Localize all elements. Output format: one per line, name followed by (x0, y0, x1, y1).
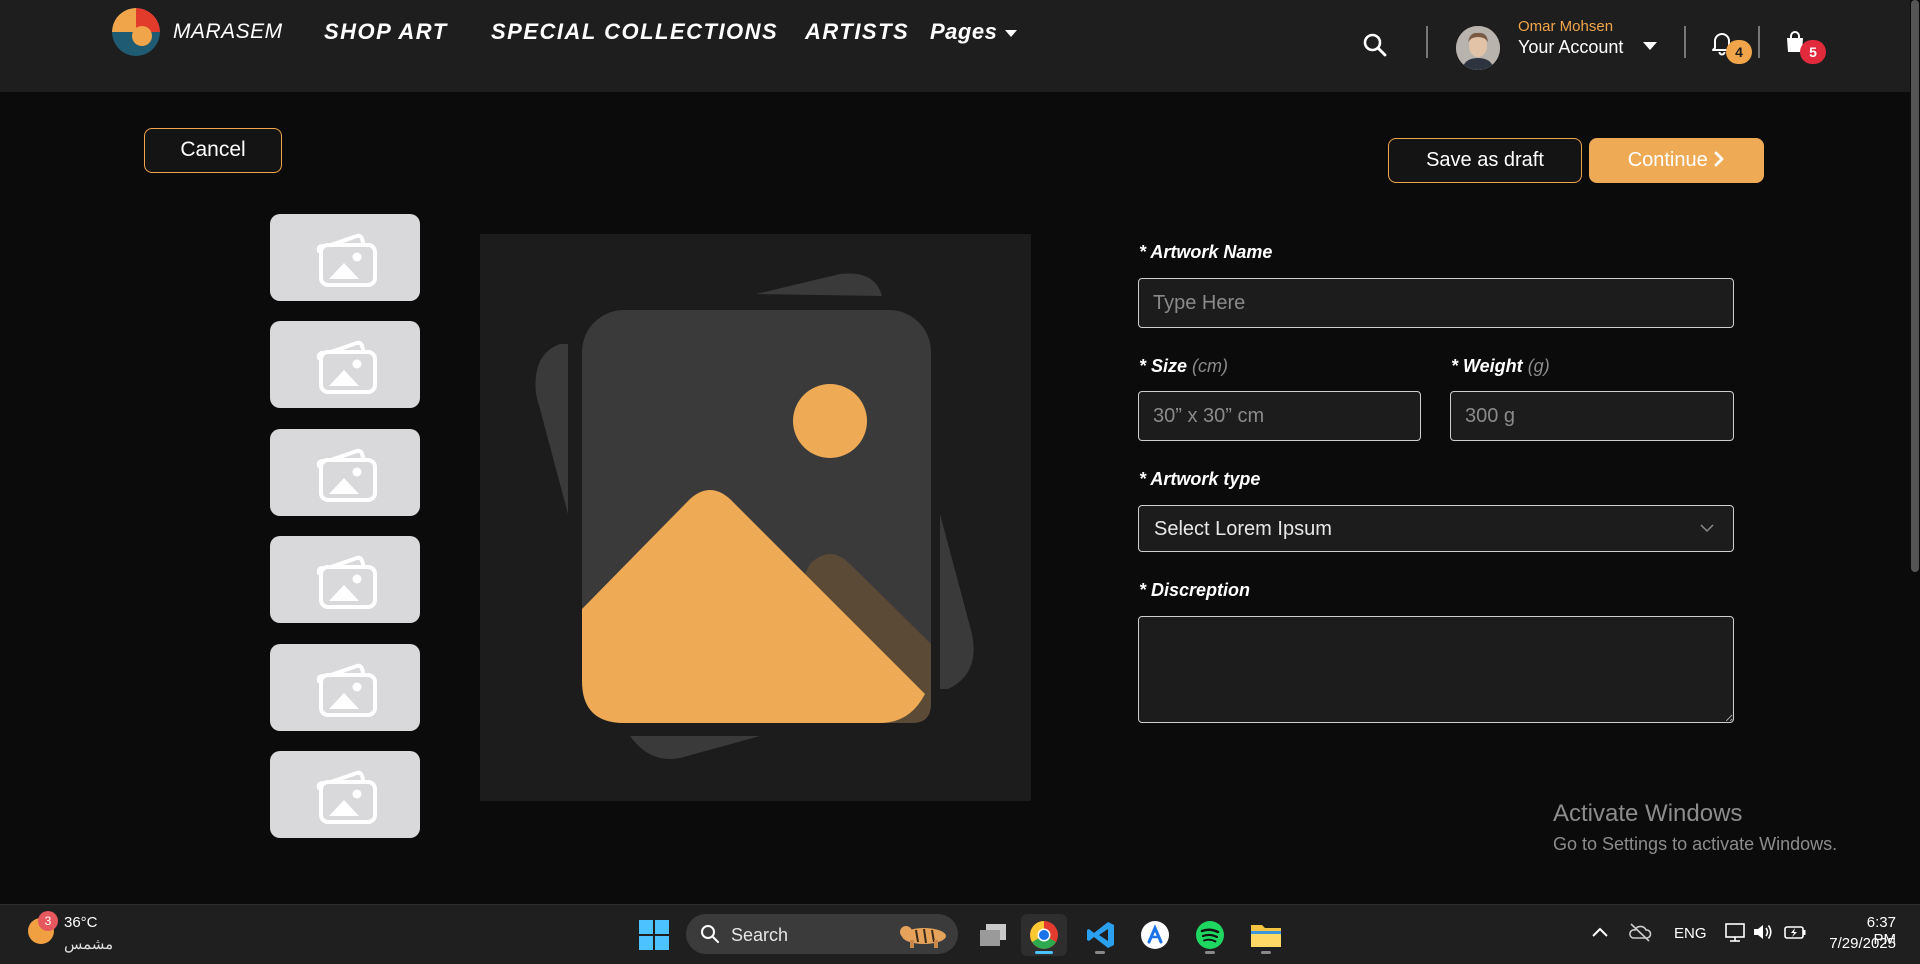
weather-temperature[interactable]: 36°C (64, 914, 98, 931)
tiger-search-highlight-icon (900, 926, 946, 948)
artwork-preview-dropzone[interactable] (480, 234, 1031, 801)
image-placeholder-icon (316, 233, 377, 287)
weather-alert-badge: 3 (38, 911, 58, 931)
header-divider (1426, 26, 1428, 58)
image-placeholder-icon (316, 448, 377, 502)
header-divider (1684, 26, 1686, 58)
notifications-count-badge: 4 (1726, 40, 1752, 64)
running-app-indicator (1261, 951, 1271, 954)
weather-description[interactable]: مشمس (64, 935, 113, 953)
activate-windows-subtitle: Go to Settings to activate Windows. (1553, 834, 1838, 854)
header-divider (1758, 26, 1760, 58)
nav-artists[interactable]: ARTISTS (805, 19, 909, 45)
active-app-indicator (1035, 951, 1053, 954)
nav-special-collections[interactable]: SPECIAL COLLECTIONS (491, 19, 778, 45)
nav-pages-dropdown[interactable]: Pages (930, 19, 1018, 45)
taskbar-search-box[interactable]: Search (686, 914, 958, 954)
vscode-app-icon[interactable] (1077, 914, 1123, 956)
chevron-up-icon[interactable] (1590, 924, 1610, 940)
size-label: * Size (cm) (1139, 356, 1228, 377)
description-label: * Discreption (1139, 580, 1251, 600)
windows-start-icon[interactable] (639, 920, 669, 950)
image-thumbnail-slot[interactable] (270, 214, 420, 301)
file-explorer-app-icon[interactable] (1243, 914, 1289, 956)
onedrive-offline-icon[interactable] (1628, 922, 1652, 942)
activate-windows-title: Activate Windows (1553, 800, 1743, 827)
image-placeholder-icon (316, 340, 377, 394)
volume-icon[interactable] (1752, 922, 1774, 942)
page-scrollbar-thumb[interactable] (1911, 0, 1919, 572)
running-app-indicator (1095, 951, 1105, 954)
chrome-app-icon[interactable] (1021, 914, 1067, 956)
chevron-right-icon (1714, 151, 1724, 167)
size-unit: (cm) (1192, 356, 1229, 376)
image-placeholder-icon (316, 663, 377, 717)
cancel-button[interactable]: Cancel (144, 128, 282, 173)
task-view-icon[interactable] (969, 914, 1015, 956)
google-ads-app-icon[interactable] (1132, 914, 1178, 956)
chevron-down-icon (1700, 524, 1714, 533)
artwork-name-label: * Artwork Name (1139, 242, 1273, 262)
spotify-app-icon[interactable] (1187, 914, 1233, 956)
brand-name[interactable]: MARASEM (173, 20, 283, 44)
network-icon[interactable] (1724, 922, 1746, 942)
artwork-name-input[interactable] (1138, 278, 1734, 328)
image-thumbnail-slot[interactable] (270, 429, 420, 516)
image-thumbnail-slot[interactable] (270, 644, 420, 731)
account-menu-label[interactable]: Your Account (1518, 37, 1623, 58)
artwork-type-select[interactable]: Select Lorem Ipsum (1138, 505, 1734, 552)
search-icon (701, 925, 719, 943)
continue-label: Continue (1627, 149, 1708, 171)
image-thumbnail-slot[interactable] (270, 536, 420, 623)
weight-input[interactable] (1450, 391, 1734, 441)
brand-logo-icon[interactable] (112, 8, 160, 56)
caret-down-icon (1005, 29, 1018, 37)
caret-down-icon[interactable] (1643, 42, 1657, 50)
search-icon[interactable] (1362, 32, 1388, 58)
image-placeholder-icon (535, 273, 974, 760)
avatar[interactable] (1456, 26, 1500, 70)
size-input[interactable] (1138, 391, 1421, 441)
artwork-type-label: * Artwork type (1139, 469, 1261, 489)
taskbar-clock-date[interactable]: 7/29/2025 (1826, 935, 1896, 952)
taskbar-search-label: Search (731, 925, 789, 945)
image-thumbnail-slot[interactable] (270, 321, 420, 408)
running-app-indicator (1205, 951, 1215, 954)
language-indicator[interactable]: ENG (1674, 925, 1707, 942)
nav-shop-art[interactable]: SHOP ART (324, 19, 448, 45)
description-textarea[interactable] (1138, 616, 1734, 723)
size-label-text: * Size (1139, 356, 1188, 376)
image-placeholder-icon (316, 770, 377, 824)
weight-label-text: * Weight (1451, 356, 1523, 376)
cart-count-badge: 5 (1800, 40, 1826, 64)
continue-button[interactable]: Continue (1589, 138, 1764, 183)
top-navigation-bar: MARASEM SHOP ART SPECIAL COLLECTIONS ART… (0, 0, 1910, 92)
weight-label: * Weight (g) (1451, 356, 1550, 377)
account-username[interactable]: Omar Mohsen (1518, 18, 1613, 35)
save-draft-button[interactable]: Save as draft (1388, 138, 1582, 183)
nav-pages-label: Pages (930, 19, 998, 44)
artwork-type-value: Select Lorem Ipsum (1154, 518, 1332, 540)
image-thumbnail-slot[interactable] (270, 751, 420, 838)
battery-charging-icon[interactable] (1783, 922, 1807, 942)
image-placeholder-icon (316, 555, 377, 609)
weight-unit: (g) (1527, 356, 1550, 376)
